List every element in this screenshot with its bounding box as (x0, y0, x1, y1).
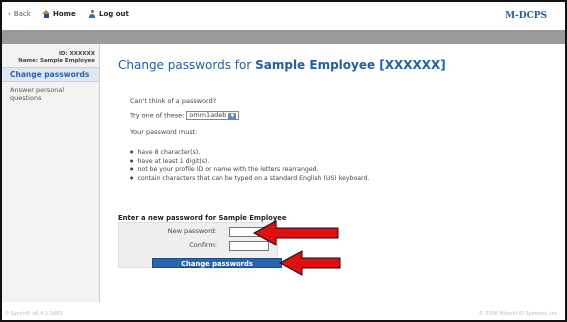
app-window: ‹ Back Home Log out M-DCPS ID: XXXXXX Na… (0, 0, 567, 322)
chevron-down-icon[interactable]: ▼ (228, 113, 237, 120)
home-link[interactable]: Home (42, 10, 76, 18)
home-label: Home (53, 10, 76, 18)
profile-name: Name: Sample Employee (18, 58, 95, 64)
sidebar: ID: XXXXXX Name: Sample Employee Change … (2, 44, 100, 302)
brand-logo: M-DCPS (505, 11, 547, 21)
back-label: Back (13, 10, 31, 18)
user-icon (88, 10, 96, 18)
new-password-label: New password: (167, 227, 217, 235)
chevron-left-icon: ‹ (8, 10, 11, 18)
page-title-user: Sample Employee [XXXXXX] (255, 58, 446, 72)
top-nav: ‹ Back Home Log out M-DCPS (2, 2, 565, 30)
back-link[interactable]: ‹ Back (8, 10, 31, 18)
annotation-arrow-icon (278, 250, 341, 276)
change-passwords-button[interactable]: Change passwords (152, 258, 282, 268)
version-text: P Synch® v6.4.2.3483 (6, 311, 63, 317)
password-rules: have 8 character(s). have at least 1 dig… (130, 148, 370, 183)
suggestion-label: Try one of these: (130, 111, 185, 120)
rule-item: contain characters that can be typed on … (130, 174, 370, 183)
copyright-text: © 2006 Hitachi ID Systems, Inc. (478, 311, 559, 317)
logout-label: Log out (99, 10, 129, 18)
suggestion-value: omm1adeb (189, 111, 227, 119)
profile-info: ID: XXXXXX Name: Sample Employee (2, 51, 99, 65)
header-bar (2, 30, 565, 44)
rules-intro: Your password must: (130, 128, 198, 136)
sidebar-item-personal-questions[interactable]: Answer personal questions (2, 82, 92, 102)
annotation-arrow-icon (252, 220, 339, 246)
logout-link[interactable]: Log out (88, 10, 129, 18)
suggestion-row: Try one of these: omm1adeb ▼ (130, 111, 240, 120)
rule-item: not be your profile ID or name with the … (130, 165, 369, 174)
home-icon (42, 10, 50, 18)
hint-question: Can't think of a password? (130, 97, 217, 105)
page-title: Change passwords for Sample Employee [XX… (118, 58, 446, 72)
confirm-label: Confirm: (189, 241, 217, 249)
rule-item: have at least 1 digit(s). (130, 157, 369, 166)
profile-id: ID: XXXXXX (58, 51, 95, 57)
sidebar-item-change-passwords[interactable]: Change passwords (2, 67, 99, 82)
suggestion-select[interactable]: omm1adeb ▼ (186, 111, 240, 120)
rule-item: have 8 character(s). (130, 148, 369, 157)
